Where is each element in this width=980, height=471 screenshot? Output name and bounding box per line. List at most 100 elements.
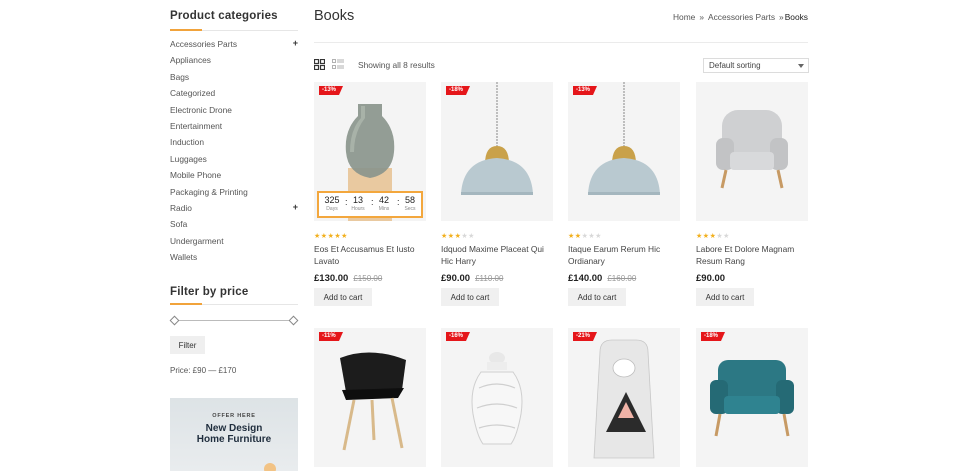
pendant-lamp-illustration (461, 82, 533, 195)
star-icon: ★ (696, 233, 703, 240)
product-image[interactable]: -11% (314, 328, 426, 467)
sale-badge: -16% (446, 332, 471, 341)
price-slider-track[interactable] (173, 320, 294, 321)
title-accent (170, 29, 202, 31)
original-price: £110.00 (475, 274, 504, 283)
black-chair-illustration (340, 352, 406, 451)
category-item[interactable]: Wallets (170, 251, 298, 267)
countdown-secs: 58 Secs (399, 195, 421, 212)
promo-banner[interactable]: OFFER HERE New Design Home Furniture (170, 398, 298, 471)
countdown-value: 325 (324, 195, 340, 205)
expand-plus-icon[interactable]: + (293, 201, 298, 213)
countdown-value: 58 (404, 195, 415, 205)
header-divider (314, 42, 808, 43)
product-image[interactable]: -21% (568, 328, 680, 467)
grid-view-icon[interactable] (314, 59, 325, 70)
price-slider-max-handle[interactable] (288, 315, 299, 325)
category-item[interactable]: Bags (170, 71, 298, 87)
price-row: £90.00 (696, 268, 725, 286)
category-item[interactable]: Accessories Parts + (170, 38, 298, 54)
pendant-lamp-illustration (588, 82, 660, 195)
countdown-timer: 325 Days:13 Hours:42 Mins:58 Secs (317, 191, 423, 218)
breadcrumb-home-link[interactable]: Home (673, 12, 695, 22)
storage-bag-illustration (593, 339, 655, 459)
category-item[interactable]: Appliances (170, 54, 298, 70)
category-label: Entertainment (170, 120, 223, 131)
expand-plus-icon[interactable]: + (293, 37, 298, 49)
product-name-link[interactable]: Itaque Earum Rerum Hic Ordianary (568, 243, 683, 267)
banner-headline-1: New Design (205, 423, 263, 434)
sale-badge: -21% (573, 332, 598, 341)
category-item[interactable]: Luggages (170, 153, 298, 169)
price-range-text: Price: £90 — £170 (170, 366, 237, 375)
countdown-label: Days (326, 206, 338, 212)
price-row: £90.00 £110.00 (441, 268, 503, 286)
category-item[interactable]: Sofa (170, 218, 298, 234)
sale-badge: -18% (701, 332, 726, 341)
original-price: £160.00 (607, 274, 637, 283)
category-label: Wallets (170, 252, 198, 263)
original-price: £150.00 (353, 274, 383, 283)
banner-offer-text: OFFER HERE (212, 413, 256, 419)
star-rating: ★★★★★ (568, 232, 602, 240)
countdown-mins: 42 Mins (373, 195, 395, 212)
category-item[interactable]: Packaging & Printing (170, 186, 298, 202)
star-icon: ★ (568, 233, 575, 240)
categories-title: Product categories (170, 10, 278, 22)
banner-headline-2: Home Furniture (196, 434, 272, 445)
countdown-value: 42 (378, 195, 389, 205)
price-slider-min-handle[interactable] (169, 315, 180, 325)
category-item[interactable]: Radio + (170, 202, 298, 218)
category-item[interactable]: Induction (170, 136, 298, 152)
list-view-icon[interactable] (332, 59, 344, 70)
category-item[interactable]: Undergarment (170, 235, 298, 251)
star-icon: ★ (702, 233, 710, 240)
product-image[interactable]: -13% 325 Days:13 Hours:42 Mins:58 Secs (314, 82, 426, 221)
category-label: Categorized (170, 88, 216, 99)
breadcrumb-parent-link[interactable]: Accessories Parts (708, 12, 775, 22)
price-row: £140.00 £160.00 (568, 268, 636, 286)
countdown-days: 325 Days (321, 195, 343, 212)
breadcrumb-current: Books (784, 12, 808, 22)
product-image[interactable] (696, 82, 808, 221)
product-name-link[interactable]: Idquod Maxime Placeat Qui Hic Harry (441, 243, 556, 267)
product-image[interactable]: -18% (696, 328, 808, 467)
countdown-hours: 13 Hours (347, 195, 369, 212)
breadcrumb-separator: » (779, 12, 784, 22)
category-label: Accessories Parts (170, 39, 238, 49)
product-image[interactable]: -16% (441, 328, 553, 467)
countdown-label: Mins (378, 206, 390, 212)
sale-badge: -11% (319, 332, 343, 341)
countdown-label: Hours (351, 206, 365, 212)
filter-button[interactable]: Filter (170, 336, 205, 354)
category-label: Sofa (170, 219, 188, 230)
category-label: Induction (170, 137, 204, 148)
add-to-cart-button[interactable]: Add to cart (696, 288, 754, 306)
category-label: Bags (170, 71, 190, 82)
teal-armchair-illustration (710, 360, 794, 437)
category-item[interactable]: Entertainment (170, 120, 298, 136)
product-image[interactable]: -13% (568, 82, 680, 221)
armchair-illustration (716, 110, 788, 189)
category-item[interactable]: Electronic Drone (170, 104, 298, 120)
star-icon: ★ (341, 233, 348, 240)
sort-selected-value: Default sorting (709, 61, 761, 70)
current-price: £130.00 (314, 273, 349, 284)
product-name-link[interactable]: Eos Et Accusamus Et Iusto Lavato (314, 243, 429, 267)
product-name-link[interactable]: Labore Et Dolore Magnam Resum Rang (696, 243, 811, 267)
star-icon: ★ (595, 233, 602, 240)
star-icon: ★ (468, 233, 475, 240)
add-to-cart-button[interactable]: Add to cart (441, 288, 499, 306)
category-item[interactable]: Mobile Phone (170, 169, 298, 185)
star-icon: ★ (441, 233, 448, 240)
category-item[interactable]: Categorized (170, 87, 298, 103)
product-image[interactable]: -18% (441, 82, 553, 221)
category-list: Accessories Parts + Appliances Bags Categori… (170, 38, 298, 267)
add-to-cart-button[interactable]: Add to cart (568, 288, 626, 306)
sale-badge: -13% (573, 86, 598, 95)
category-label: Appliances (170, 55, 211, 66)
price-filter-title: Filter by price (170, 286, 249, 298)
add-to-cart-button[interactable]: Add to cart (314, 288, 372, 306)
ceramic-jar-illustration (471, 352, 523, 445)
sort-select[interactable]: Default sorting (703, 58, 809, 73)
